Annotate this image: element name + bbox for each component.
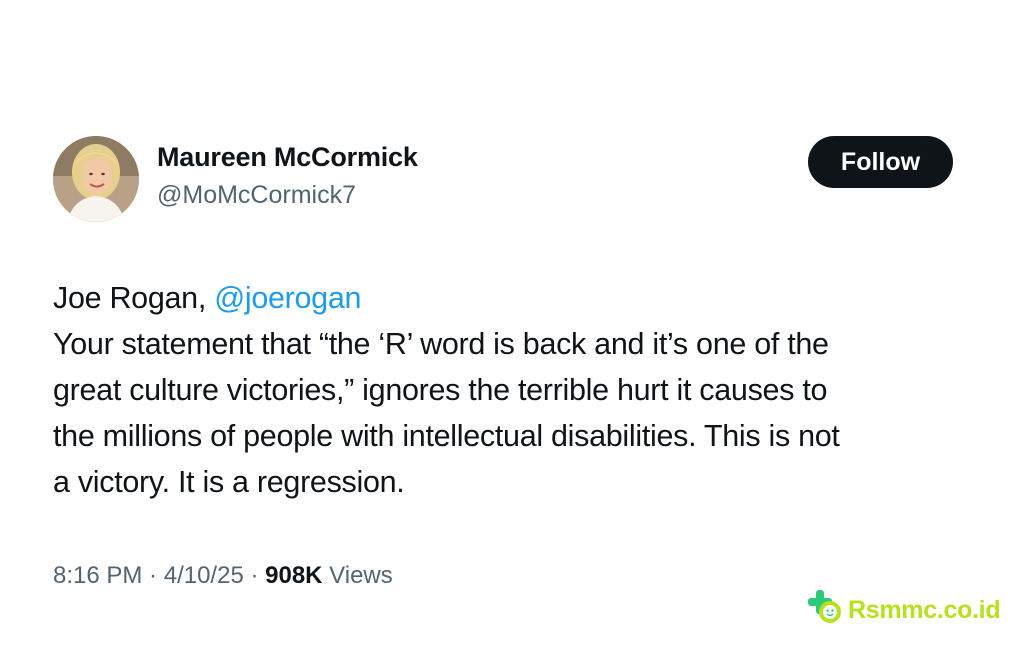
- tweet-time[interactable]: 8:16 PM: [53, 562, 142, 589]
- tweet-card: Maureen McCormick @MoMcCormick7 Follow J…: [0, 0, 1024, 653]
- meta-separator: ·: [243, 562, 266, 589]
- avatar-photo: [53, 136, 139, 222]
- watermark: Rsmmc.co.id: [806, 589, 1001, 631]
- tweet-text: Joe Rogan, @joerogan Your statement that…: [53, 275, 983, 505]
- meta-separator: ·: [142, 562, 164, 589]
- mention-link[interactable]: @joerogan: [214, 281, 361, 315]
- avatar[interactable]: [53, 136, 139, 222]
- tweet-greeting: Joe Rogan,: [53, 281, 215, 315]
- tweet-line-2: Your statement that “the ‘R’ word is bac…: [53, 327, 829, 361]
- tweet-date[interactable]: 4/10/25: [164, 562, 244, 589]
- follow-button[interactable]: Follow: [808, 136, 953, 188]
- views-count[interactable]: 908K: [265, 562, 322, 589]
- tweet-metadata: 8:16 PM · 4/10/25 · 908K Views: [53, 562, 393, 590]
- author-handle[interactable]: @MoMcCormick7: [157, 181, 356, 210]
- author-display-name[interactable]: Maureen McCormick: [157, 142, 418, 173]
- watermark-text: Rsmmc.co.id: [848, 595, 1001, 624]
- tweet-line-3: great culture victories,” ignores the te…: [53, 373, 828, 407]
- tweet-line-4: the millions of people with intellectual…: [53, 419, 840, 453]
- plus-face-logo-icon: [806, 589, 844, 631]
- tweet-line-1: Joe Rogan, @joerogan: [53, 275, 983, 321]
- views-label: Views: [322, 562, 393, 589]
- tweet-line-5: a victory. It is a regression.: [53, 465, 405, 499]
